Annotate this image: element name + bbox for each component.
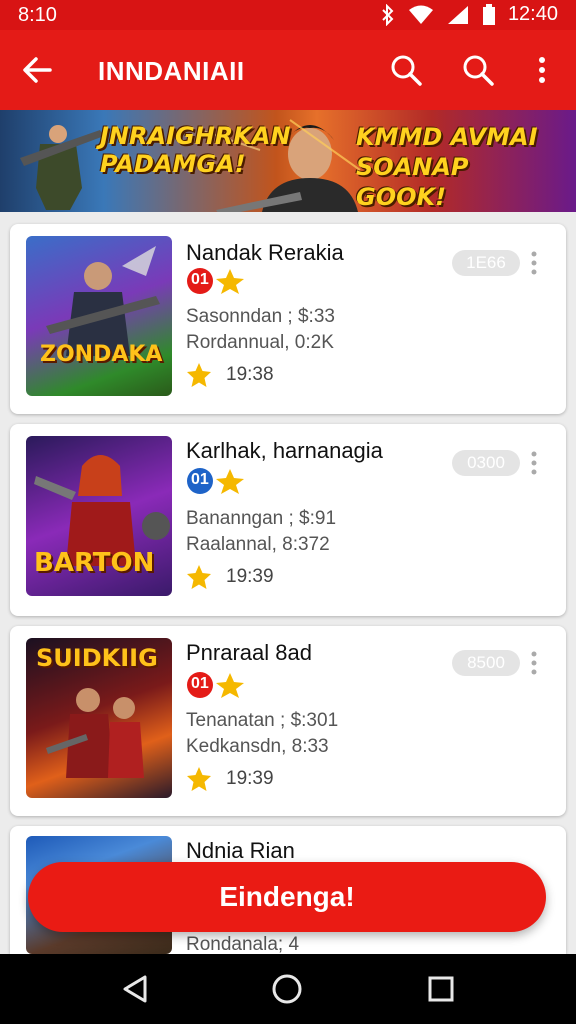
item-meta-2: Rondanala; 4 [186, 934, 300, 955]
rating: 19:38 [186, 362, 274, 388]
game-thumbnail: ZONDAKA [26, 236, 172, 396]
wifi-icon [408, 5, 434, 25]
item-meta-1: Tenanatan ; $:301 [186, 710, 339, 731]
banner-headline-left: JNRAIGHRKAN PADAMGA! [100, 122, 291, 178]
item-meta-2: Rordannual, 0:2K [186, 332, 334, 353]
more-vert-icon [539, 57, 545, 83]
promo-banner[interactable]: JNRAIGHRKAN PADAMGA! KMMD AVMAI SOANAP G… [0, 110, 576, 212]
bluetooth-icon [380, 3, 396, 26]
thumbnail-title: SUIDKIIG [36, 644, 158, 672]
rating: 19:39 [186, 766, 274, 792]
search-icon [391, 55, 422, 86]
system-nav-bar [0, 954, 576, 1024]
game-thumbnail: BARTON [26, 436, 172, 596]
thumbnail-title: ZONDAKA [40, 342, 163, 367]
app-bar: INNDANIAII [0, 30, 576, 110]
triangle-back-icon [123, 975, 147, 1003]
search-button[interactable] [386, 50, 426, 90]
item-title: Pnraraal 8ad [186, 640, 312, 665]
nav-recents-button[interactable] [424, 972, 458, 1006]
status-badge: 01 [186, 266, 244, 294]
rating-value: 19:39 [226, 566, 274, 587]
rating-value: 19:38 [226, 364, 274, 385]
nav-home-button[interactable] [270, 972, 304, 1006]
overflow-menu-button[interactable] [528, 50, 556, 90]
price-pill[interactable]: 0300 [452, 450, 520, 476]
star-icon [187, 363, 211, 387]
rating: 19:39 [186, 564, 274, 590]
item-title: Ndnia Rian [186, 838, 295, 863]
battery-icon [482, 3, 496, 26]
list-item[interactable]: SUIDKIIG Pnraraal 8ad 01 Tenanatan ; $:3… [10, 626, 566, 816]
status-badge: 01 [186, 670, 244, 698]
star-icon [187, 767, 211, 791]
more-vert-icon [531, 251, 537, 275]
item-title: Nandak Rerakia [186, 240, 344, 265]
arrow-left-icon [23, 57, 52, 83]
item-meta-1: Bananngan ; $:91 [186, 508, 337, 529]
banner-headline-right: KMMD AVMAI SOANAP GOOK! [356, 123, 538, 211]
list-item[interactable]: BARTON Karlhak, harnanagia 01 Bananngan … [10, 424, 566, 616]
item-title: Karlhak, harnanagia [186, 438, 383, 463]
price-pill[interactable]: 1E66 [452, 250, 520, 276]
item-menu-button[interactable] [528, 250, 540, 276]
status-bar: 8:10 12:40 [0, 0, 576, 30]
nav-back-button[interactable] [118, 972, 152, 1006]
more-vert-icon [531, 651, 537, 675]
primary-action-button[interactable]: Eindenga! [28, 862, 546, 932]
circle-home-icon [272, 974, 302, 1004]
status-time: 8:10 [18, 4, 57, 26]
item-meta-1: Sasonndan ; $:33 [186, 306, 335, 327]
square-recents-icon [428, 976, 454, 1002]
item-menu-button[interactable] [528, 650, 540, 676]
star-icon [187, 565, 211, 589]
signal-icon [446, 5, 470, 25]
back-button[interactable] [18, 50, 58, 90]
list-item[interactable]: ZONDAKA Nandak Rerakia 01 Sasonndan ; $:… [10, 224, 566, 414]
status-badge: 01 [186, 466, 244, 494]
item-meta-2: Kedkansdn, 8:33 [186, 736, 329, 757]
item-meta-2: Raalannal, 8:372 [186, 534, 330, 555]
price-pill[interactable]: 8500 [452, 650, 520, 676]
item-menu-button[interactable] [528, 450, 540, 476]
game-thumbnail: SUIDKIIG [26, 638, 172, 798]
filter-search-button[interactable] [458, 50, 498, 90]
status-clock: 12:40 [507, 3, 558, 25]
more-vert-icon [531, 451, 537, 475]
thumbnail-title: BARTON [34, 548, 155, 578]
search-icon [463, 55, 494, 86]
rating-value: 19:39 [226, 768, 274, 789]
status-icons: 12:40 [380, 3, 558, 26]
page-title: INNDANIAII [98, 56, 245, 86]
